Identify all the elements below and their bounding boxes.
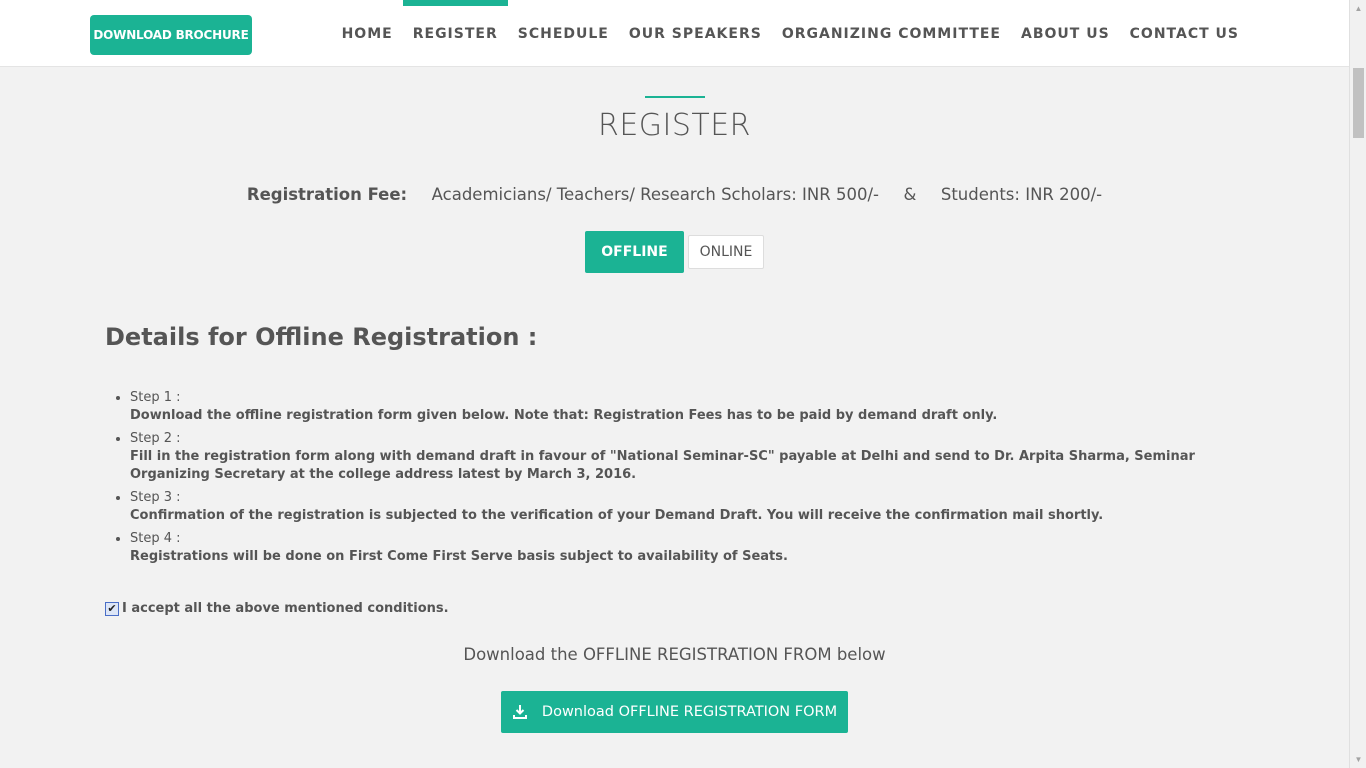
- step-text: Download the offline registration form g…: [130, 408, 998, 423]
- nav-item-register[interactable]: REGISTER: [402, 0, 508, 67]
- tab-offline[interactable]: OFFLINE: [585, 231, 684, 273]
- download-registration-form-button[interactable]: Download OFFLINE REGISTRATION FORM: [501, 691, 848, 733]
- nav-item-our-speakers[interactable]: OUR SPEAKERS: [619, 0, 772, 67]
- page-title: REGISTER: [597, 108, 752, 143]
- step-label: Step 2 :: [130, 431, 181, 446]
- registration-tabs: OFFLINE ONLINE: [585, 231, 764, 273]
- fee-label: Registration Fee:: [246, 185, 408, 204]
- nav-item-about-us[interactable]: ABOUT US: [1011, 0, 1120, 67]
- nav-item-contact-us[interactable]: CONTACT US: [1120, 0, 1249, 67]
- step-text: Confirmation of the registration is subj…: [130, 508, 1104, 523]
- list-item: Step 4 : Registrations will be done on F…: [130, 530, 1255, 566]
- download-brochure-button[interactable]: DOWNLOAD BROCHURE: [90, 15, 252, 55]
- fee-separator: &: [903, 185, 917, 204]
- page-scrollbar[interactable]: ▲ ▼: [1349, 0, 1366, 768]
- fee-academicians: Academicians/ Teachers/ Research Scholar…: [431, 185, 879, 204]
- scroll-down-icon[interactable]: ▼: [1350, 751, 1366, 768]
- main-nav: HOME REGISTER SCHEDULE OUR SPEAKERS ORGA…: [332, 0, 1249, 67]
- step-text: Fill in the registration form along with…: [130, 449, 1195, 482]
- steps-list: Step 1 : Download the offline registrati…: [130, 389, 1255, 571]
- registration-fee-line: Registration Fee: Academicians/ Teachers…: [0, 185, 1349, 204]
- download-icon: [512, 705, 527, 719]
- check-icon: ✔: [107, 602, 117, 615]
- details-heading: Details for Offline Registration :: [105, 323, 538, 351]
- step-label: Step 4 :: [130, 531, 181, 546]
- download-button-label: Download OFFLINE REGISTRATION FORM: [541, 704, 838, 720]
- tab-online[interactable]: ONLINE: [688, 235, 764, 269]
- accept-checkbox[interactable]: ✔: [105, 601, 119, 616]
- title-accent-line: [645, 96, 705, 98]
- fee-students: Students: INR 200/-: [940, 185, 1103, 204]
- step-label: Step 1 :: [130, 390, 181, 405]
- scroll-thumb[interactable]: [1353, 68, 1364, 138]
- scroll-up-icon[interactable]: ▲: [1350, 0, 1366, 17]
- nav-item-home[interactable]: HOME: [332, 0, 403, 67]
- download-caption: Download the OFFLINE REGISTRATION FROM b…: [463, 645, 886, 664]
- accept-label[interactable]: I accept all the above mentioned conditi…: [122, 601, 449, 616]
- site-header: DOWNLOAD BROCHURE HOME REGISTER SCHEDULE…: [0, 0, 1349, 67]
- list-item: Step 1 : Download the offline registrati…: [130, 389, 1255, 425]
- list-item: Step 2 : Fill in the registration form a…: [130, 430, 1255, 484]
- nav-item-schedule[interactable]: SCHEDULE: [508, 0, 619, 67]
- step-label: Step 3 :: [130, 490, 181, 505]
- nav-item-organizing-committee[interactable]: ORGANIZING COMMITTEE: [772, 0, 1011, 67]
- step-text: Registrations will be done on First Come…: [130, 549, 788, 564]
- list-item: Step 3 : Confirmation of the registratio…: [130, 489, 1255, 525]
- accept-conditions: ✔ I accept all the above mentioned condi…: [105, 601, 449, 616]
